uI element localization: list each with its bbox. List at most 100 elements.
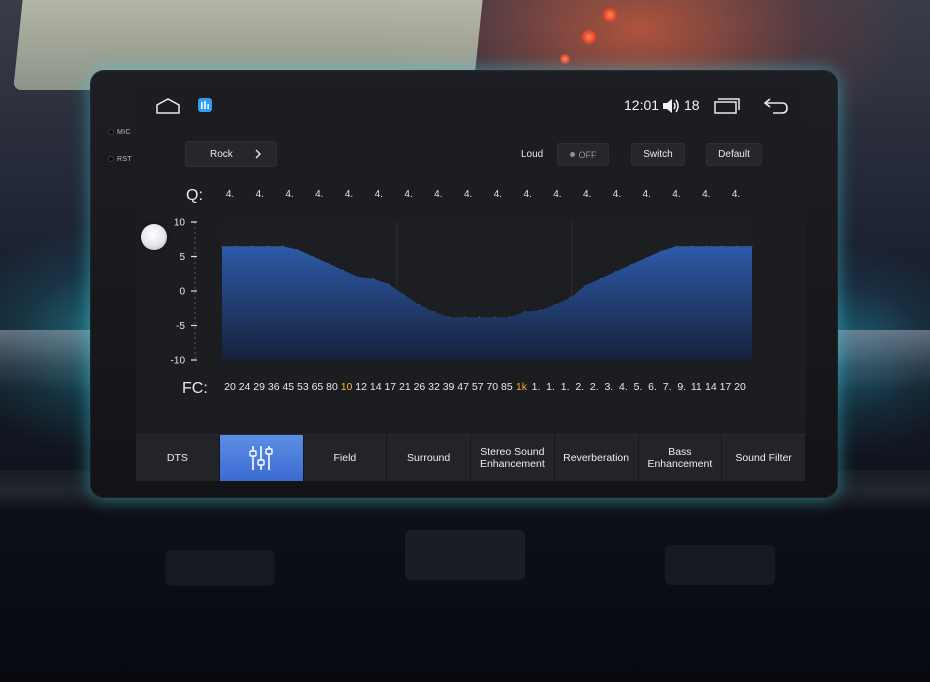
q-value[interactable]: 4. — [702, 189, 710, 200]
q-value[interactable]: 4. — [494, 189, 502, 200]
preset-selector[interactable]: Rock — [185, 141, 277, 167]
equalizer-curve-chart[interactable]: 10 5 0 -5 -10 — [168, 214, 782, 374]
tab-stereo-sound-enhancement[interactable]: Stereo Sound Enhancement — [471, 434, 555, 481]
clock: 12:01 — [624, 97, 660, 113]
eq-band-point — [388, 283, 390, 285]
q-value[interactable]: 4. — [613, 189, 621, 200]
tab-bass-enhancement[interactable]: Bass Enhancement — [638, 434, 723, 481]
frequency-label[interactable]: 1. — [546, 381, 555, 393]
q-value[interactable]: 4. — [345, 189, 353, 200]
frequency-label[interactable]: 1. — [532, 381, 541, 393]
frequency-label[interactable]: 4. — [619, 381, 628, 393]
frequency-label[interactable]: 39 — [443, 381, 455, 393]
eq-band-point — [600, 278, 602, 280]
q-value[interactable]: 4. — [464, 189, 472, 200]
loud-toggle[interactable]: OFF — [557, 143, 609, 166]
eq-band-point — [706, 245, 708, 247]
mic-label: MIC — [117, 129, 131, 136]
status-bar: 12:01 18 — [136, 86, 806, 126]
frequency-label[interactable]: 17 — [384, 381, 396, 393]
console-button — [665, 545, 775, 585]
eq-band-point — [736, 245, 738, 247]
frequency-label[interactable]: 65 — [312, 381, 324, 393]
frequency-label[interactable]: 5. — [634, 381, 643, 393]
frequency-label[interactable]: 36 — [268, 381, 280, 393]
q-value[interactable]: 4. — [523, 189, 531, 200]
eq-band-point — [645, 257, 647, 259]
q-value[interactable]: 4. — [643, 189, 651, 200]
frequency-label[interactable]: 29 — [253, 381, 265, 393]
eq-band-point — [615, 271, 617, 273]
eq-band-point — [463, 316, 465, 318]
frequency-label[interactable]: 32 — [428, 381, 440, 393]
q-value[interactable]: 4. — [672, 189, 680, 200]
recent-apps-icon[interactable] — [714, 98, 740, 114]
q-value[interactable]: 4. — [256, 189, 264, 200]
tab-reverberation[interactable]: Reverberation — [554, 434, 639, 481]
tab-equalizer[interactable] — [219, 434, 304, 481]
default-button[interactable]: Default — [706, 143, 762, 166]
mic-hole — [108, 129, 114, 135]
frequency-label[interactable]: 20 — [734, 381, 746, 393]
frequency-label[interactable]: 47 — [457, 381, 469, 393]
tab-sound-filter[interactable]: Sound Filter — [722, 434, 806, 481]
frequency-label[interactable]: 2. — [575, 381, 584, 393]
frequency-label[interactable]: 12 — [355, 381, 367, 393]
frequency-label[interactable]: 1k — [516, 381, 527, 393]
frequency-label[interactable]: 57 — [472, 381, 484, 393]
frequency-label[interactable]: 14 — [705, 381, 717, 393]
eq-band-point — [448, 316, 450, 318]
q-value[interactable]: 4. — [285, 189, 293, 200]
tab-dts[interactable]: DTS — [136, 434, 220, 481]
eq-band-point — [630, 264, 632, 266]
q-value[interactable]: 4. — [732, 189, 740, 200]
home-icon[interactable] — [156, 98, 180, 114]
frequency-label[interactable]: 2. — [590, 381, 599, 393]
q-value[interactable]: 4. — [404, 189, 412, 200]
frequency-label[interactable]: 70 — [486, 381, 498, 393]
frequency-label[interactable]: 21 — [399, 381, 411, 393]
slider-handle[interactable] — [141, 224, 167, 250]
eq-band-point — [675, 245, 677, 247]
tab-label: Reverberation — [563, 452, 630, 464]
frequency-label[interactable]: 3. — [604, 381, 613, 393]
tab-field[interactable]: Field — [303, 434, 388, 481]
frequency-label[interactable]: 26 — [414, 381, 426, 393]
equalizer-app-icon[interactable] — [198, 98, 212, 112]
frequency-label[interactable]: 9. — [677, 381, 686, 393]
frequency-label[interactable]: 7. — [663, 381, 672, 393]
q-value[interactable]: 4. — [434, 189, 442, 200]
volume-icon[interactable] — [662, 98, 680, 114]
frequency-label[interactable]: 24 — [239, 381, 251, 393]
fc-label: FC: — [182, 380, 208, 397]
eq-band-point — [478, 316, 480, 318]
sound-mode-tabs: DTS Field Surround Stereo Sound Enhancement… — [136, 434, 806, 481]
eq-band-point — [751, 245, 753, 247]
q-value[interactable]: 4. — [583, 189, 591, 200]
switch-button[interactable]: Switch — [631, 143, 685, 166]
frequency-label[interactable]: 80 — [326, 381, 338, 393]
frequency-label[interactable]: 6. — [648, 381, 657, 393]
q-value[interactable]: 4. — [375, 189, 383, 200]
frequency-label[interactable]: 20 — [224, 381, 236, 393]
tab-surround[interactable]: Surround — [387, 434, 471, 481]
eq-band-point — [418, 304, 420, 306]
eq-band-point — [251, 245, 253, 247]
back-icon[interactable] — [763, 97, 789, 115]
reset-label: RST — [117, 156, 132, 163]
frequency-label[interactable]: 11 — [691, 381, 702, 393]
tab-label: Stereo Sound Enhancement — [479, 446, 545, 470]
reset-hole[interactable] — [108, 156, 114, 162]
frequency-label[interactable]: 10 — [341, 381, 353, 393]
frequency-label[interactable]: 53 — [297, 381, 309, 393]
q-value[interactable]: 4. — [226, 189, 234, 200]
frequency-label[interactable]: 17 — [720, 381, 732, 393]
tab-label: Bass Enhancement — [647, 446, 713, 470]
frequency-label[interactable]: 14 — [370, 381, 382, 393]
q-value[interactable]: 4. — [553, 189, 561, 200]
frequency-label[interactable]: 45 — [282, 381, 294, 393]
frequency-label[interactable]: 85 — [501, 381, 513, 393]
eq-band-point — [569, 297, 571, 299]
q-value[interactable]: 4. — [315, 189, 323, 200]
frequency-label[interactable]: 1. — [561, 381, 570, 393]
